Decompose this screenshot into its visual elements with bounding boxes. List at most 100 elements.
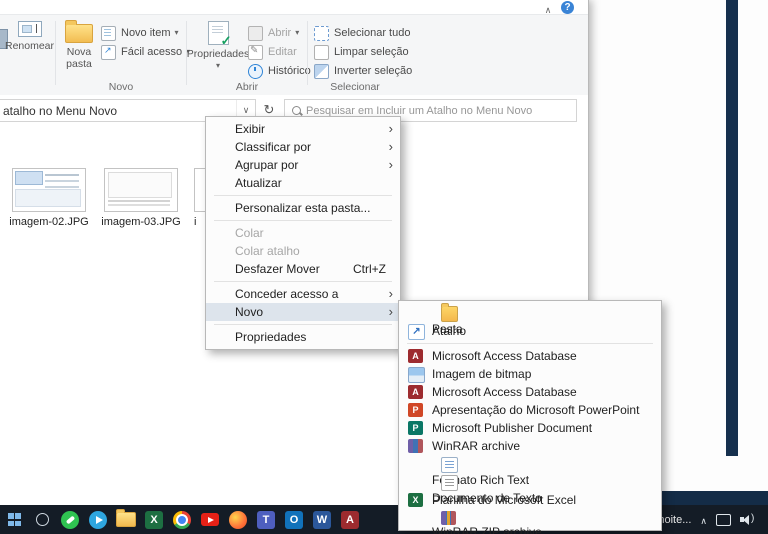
easy-access-button[interactable]: Fácil acesso: [101, 44, 190, 60]
submenu-item-rich-text[interactable]: Formato Rich Text: [399, 455, 661, 487]
taskbar-firefox-button[interactable]: [225, 507, 251, 533]
history-icon: [248, 63, 263, 79]
menu-item-agrupar-por[interactable]: Agrupar por: [206, 156, 400, 174]
taskbar-youtube-button[interactable]: [197, 507, 223, 533]
taskbar-excel-button[interactable]: X: [141, 507, 167, 533]
submenu-item-access-database-1[interactable]: Microsoft Access Database: [399, 347, 661, 365]
open-button[interactable]: Abrir: [248, 25, 311, 41]
ribbon-group-separator: [55, 21, 56, 85]
submenu-item-excel[interactable]: Planilha do Microsoft Excel: [399, 491, 661, 509]
new-folder-button[interactable]: Nova pasta: [58, 17, 100, 91]
menu-item-label: Personalizar esta pasta...: [235, 201, 371, 215]
display-icon[interactable]: [716, 513, 731, 526]
file-item[interactable]: imagem-02.JPG: [6, 168, 92, 229]
ribbon-collapse-icon[interactable]: [540, 0, 556, 13]
submenu-item-access-database-2[interactable]: Microsoft Access Database: [399, 383, 661, 401]
submenu-arrow-icon: [389, 120, 393, 138]
new-submenu: Pasta Atalho Microsoft Access Database I…: [398, 300, 662, 534]
submenu-arrow-icon: [389, 138, 393, 156]
search-icon: [35, 513, 49, 526]
open-icon: [248, 25, 263, 41]
file-name: imagem-03.JPG: [101, 216, 181, 228]
taskbar-chrome-button[interactable]: [169, 507, 195, 533]
file-thumbnail: [12, 168, 86, 212]
menu-item-label: Propriedades: [235, 330, 307, 344]
menu-item-label: Exibir: [235, 122, 266, 136]
submenu-item-atalho[interactable]: Atalho: [399, 322, 661, 340]
menu-item-exibir[interactable]: Exibir: [206, 120, 400, 138]
folder-icon: [65, 20, 93, 43]
invert-selection-button[interactable]: Inverter seleção: [314, 63, 412, 79]
access-icon: A: [341, 510, 359, 529]
history-label: Histórico: [268, 65, 311, 77]
edit-icon: [248, 44, 263, 60]
help-icon[interactable]: [561, 1, 574, 14]
submenu-item-label: WinRAR ZIP archive: [432, 525, 542, 534]
menu-item-label: Classificar por: [235, 140, 312, 154]
submenu-arrow-icon: [389, 303, 393, 321]
taskbar-teams-button[interactable]: T: [253, 507, 279, 533]
start-button[interactable]: [1, 507, 27, 533]
taskbar-whatsapp-button[interactable]: [57, 507, 83, 533]
word-icon: W: [313, 510, 331, 529]
rename-button[interactable]: Renomear: [5, 17, 54, 91]
textdoc-icon: [441, 475, 458, 491]
chevron-down-icon: [175, 30, 179, 36]
menu-item-atualizar[interactable]: Atualizar: [206, 174, 400, 192]
shortcut-icon: [408, 324, 425, 340]
menu-item-personalizar-pasta[interactable]: Personalizar esta pasta...: [206, 199, 400, 217]
submenu-arrow-icon: [389, 285, 393, 303]
telegram-icon: [89, 510, 107, 529]
volume-icon[interactable]: [740, 514, 758, 526]
taskbar-file-explorer-button[interactable]: [113, 507, 139, 533]
folder-icon: [441, 303, 458, 322]
submenu-item-winrar-archive[interactable]: WinRAR archive: [399, 437, 661, 455]
open-group-small-buttons: Abrir Editar Histórico: [248, 25, 311, 79]
ribbon: Renomear Nova pasta Novo item Fácil aces…: [0, 14, 588, 96]
taskbar-access-button[interactable]: A: [337, 507, 363, 533]
menu-item-colar[interactable]: Colar: [206, 224, 400, 242]
clear-selection-button[interactable]: Limpar seleção: [314, 44, 412, 60]
menu-item-label: Conceder acesso a: [235, 287, 339, 301]
zip-icon: [441, 511, 456, 525]
easy-access-icon: [101, 44, 116, 60]
submenu-item-bitmap[interactable]: Imagem de bitmap: [399, 365, 661, 383]
taskbar-telegram-button[interactable]: [85, 507, 111, 533]
submenu-item-powerpoint[interactable]: Apresentação do Microsoft PowerPoint: [399, 401, 661, 419]
submenu-item-label: Microsoft Access Database: [432, 349, 577, 363]
taskbar-outlook-button[interactable]: O: [281, 507, 307, 533]
hidden-icons-chevron-icon[interactable]: [700, 511, 707, 529]
select-all-button[interactable]: Selecionar tudo: [314, 25, 412, 41]
submenu-item-label: Apresentação do Microsoft PowerPoint: [432, 403, 640, 417]
invert-selection-icon: [314, 63, 329, 79]
submenu-item-winrar-zip[interactable]: WinRAR ZIP archive: [399, 509, 661, 534]
menu-item-colar-atalho[interactable]: Colar atalho: [206, 242, 400, 260]
file-item[interactable]: imagem-03.JPG: [98, 168, 184, 229]
taskbar-search-button[interactable]: [29, 507, 55, 533]
clear-selection-label: Limpar seleção: [334, 46, 409, 58]
news-widget-text[interactable]: noite...: [658, 514, 691, 526]
menu-item-novo[interactable]: Novo: [206, 303, 400, 321]
menu-item-propriedades[interactable]: Propriedades: [206, 328, 400, 346]
submenu-item-publisher[interactable]: Microsoft Publisher Document: [399, 419, 661, 437]
menu-item-classificar-por[interactable]: Classificar por: [206, 138, 400, 156]
menu-item-label: Atualizar: [235, 176, 282, 190]
ribbon-group-label-novo: Novo: [108, 81, 134, 93]
new-item-button[interactable]: Novo item: [101, 25, 190, 41]
submenu-item-label: Microsoft Publisher Document: [432, 421, 593, 435]
firefox-icon: [229, 510, 247, 529]
search-placeholder: Pesquisar em Incluir um Atalho no Menu N…: [306, 104, 533, 117]
select-all-label: Selecionar tudo: [334, 27, 411, 39]
menu-item-desfazer-mover[interactable]: Desfazer Mover Ctrl+Z: [206, 260, 400, 278]
submenu-item-pasta[interactable]: Pasta: [399, 303, 661, 336]
clear-selection-icon: [314, 44, 329, 60]
history-button[interactable]: Histórico: [248, 63, 311, 79]
menu-item-conceder-acesso[interactable]: Conceder acesso a: [206, 285, 400, 303]
edit-button[interactable]: Editar: [248, 44, 311, 60]
new-group-small-buttons: Novo item Fácil acesso: [101, 25, 190, 60]
new-item-label: Novo item: [121, 27, 171, 39]
bitmap-icon: [408, 367, 425, 383]
submenu-item-text-document[interactable]: Documento de Texto: [399, 473, 661, 505]
publisher-icon: [408, 421, 423, 435]
taskbar-word-button[interactable]: W: [309, 507, 335, 533]
